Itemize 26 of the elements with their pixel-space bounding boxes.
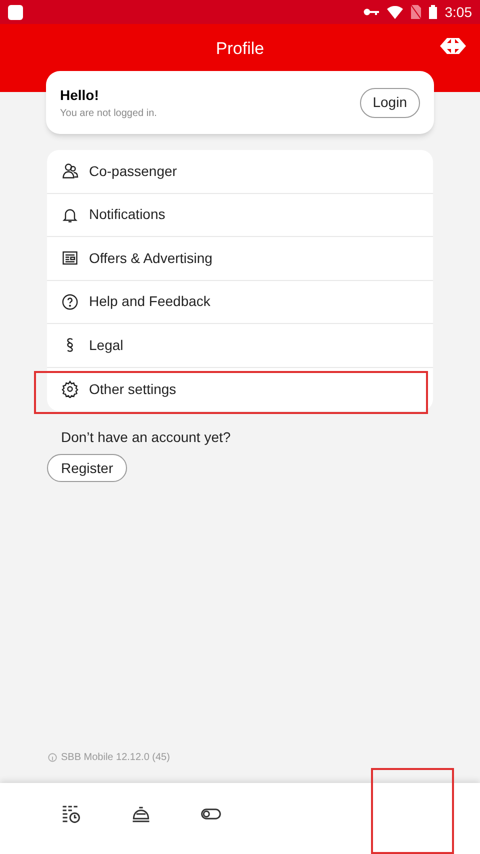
logo-icon: [440, 38, 466, 54]
status-time: 3:05: [444, 2, 472, 22]
timetable-icon[interactable]: [60, 803, 82, 825]
key-icon: [362, 7, 379, 17]
version-text: SBB Mobile 12.12.0 (45): [61, 751, 170, 765]
help-icon: [61, 292, 79, 311]
header-title: Profile: [216, 38, 264, 60]
account-prompt: Don’t have an account yet?: [61, 428, 232, 447]
menu-item[interactable]: Notifications: [47, 194, 433, 237]
info-icon: [48, 753, 57, 762]
menu-item[interactable]: Other settings: [47, 368, 433, 411]
settings-icon: [61, 380, 79, 398]
login-status: You are not logged in.: [60, 106, 158, 120]
people-icon: [61, 162, 79, 180]
menu-item[interactable]: Help and Feedback: [47, 280, 433, 324]
greeting-title: Hello!: [60, 86, 100, 104]
app-notification-icon: [8, 4, 23, 20]
menu-item[interactable]: Offers & Advertising: [47, 237, 433, 280]
menu-item[interactable]: Co-passenger: [47, 150, 433, 194]
battery-icon: [428, 5, 437, 19]
no-sim-icon: [410, 5, 421, 19]
register-button[interactable]: Register: [47, 454, 128, 482]
wifi-icon: [386, 6, 403, 18]
login-button[interactable]: Login: [360, 88, 420, 118]
menu-item[interactable]: Legal: [47, 324, 433, 368]
newspaper-icon: [61, 249, 79, 268]
